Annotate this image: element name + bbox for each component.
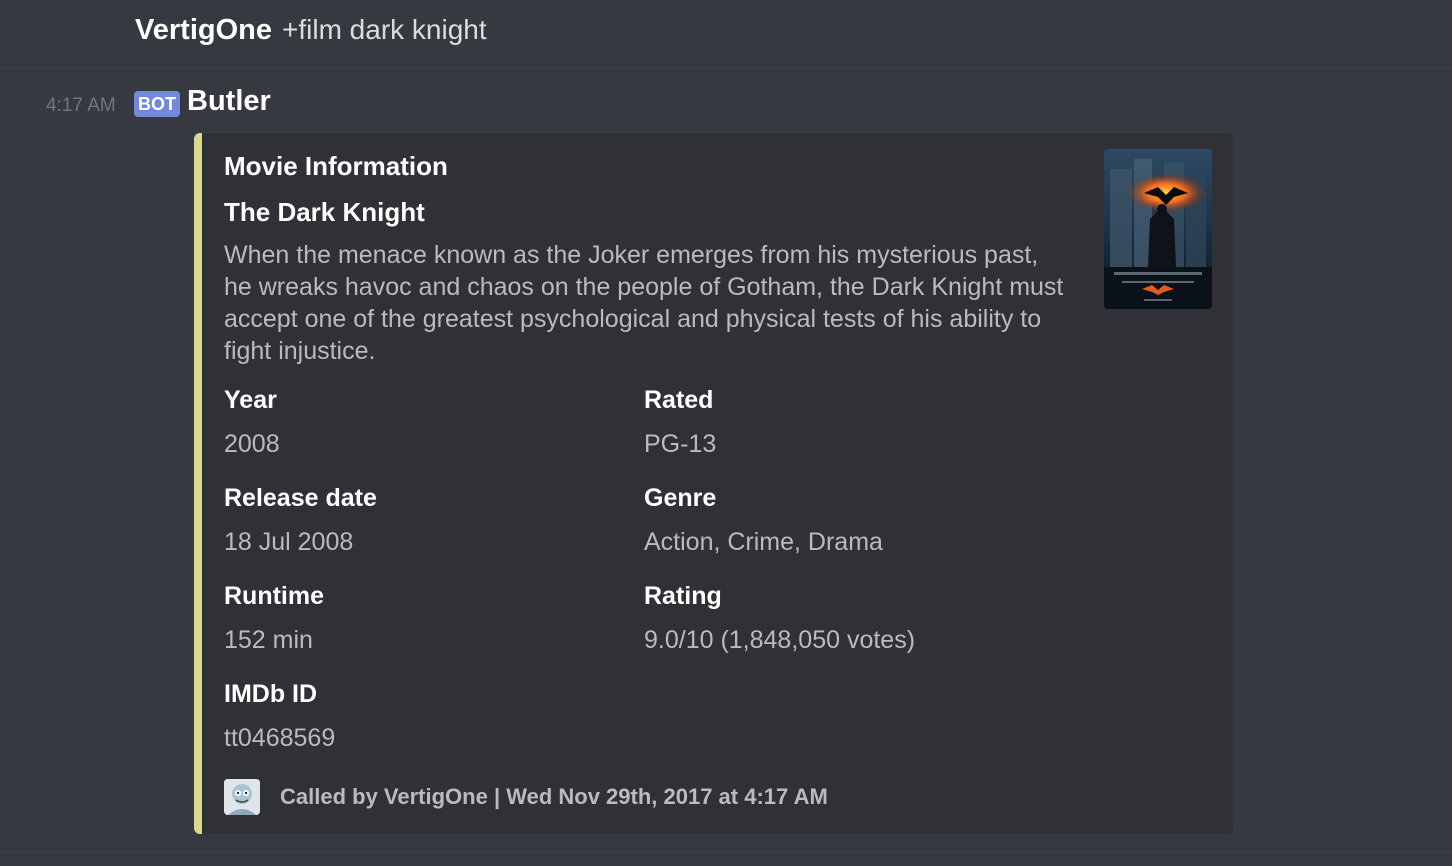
movie-poster-icon — [1104, 149, 1212, 309]
field-name: Year — [224, 386, 277, 414]
cut-off-text — [135, 0, 221, 2]
previous-message: VertigOne +film dark knight — [0, 0, 1452, 69]
field-value: 2008 — [224, 430, 280, 458]
field-release-date: Release date 18 Jul 2008 — [224, 481, 624, 559]
user-avatar-icon — [224, 779, 260, 815]
field-runtime: Runtime 152 min — [224, 579, 624, 657]
embed-footer: Called by VertigOne | Wed Nov 29th, 2017… — [224, 779, 828, 815]
field-imdb-id: IMDb ID tt0468569 — [224, 677, 624, 755]
field-name: Runtime — [224, 582, 324, 610]
footer-text: Called by VertigOne | Wed Nov 29th, 2017… — [280, 784, 828, 809]
previous-message-text: +film dark knight — [282, 14, 487, 45]
movie-poster-thumbnail[interactable] — [1104, 149, 1212, 309]
field-name: Release date — [224, 484, 377, 512]
field-value: tt0468569 — [224, 724, 336, 752]
field-year: Year 2008 — [224, 383, 624, 461]
bot-author-name[interactable]: Butler — [187, 85, 271, 118]
previous-message-author[interactable]: VertigOne — [135, 14, 272, 47]
embed-description: When the menace known as the Joker emerg… — [224, 241, 1064, 365]
bot-message: 4:17 AM BOT Butler Movie Information The… — [0, 69, 1452, 852]
field-value: 152 min — [224, 626, 313, 654]
movie-embed: Movie Information The Dark Knight When t… — [194, 133, 1233, 834]
field-rating: Rating 9.0/10 (1,848,050 votes) — [644, 579, 1044, 657]
field-name: Rated — [644, 386, 714, 414]
divider — [0, 852, 1452, 853]
bot-tag: BOT — [134, 91, 180, 117]
embed-author: Movie Information — [224, 151, 448, 181]
field-name: Genre — [644, 484, 717, 512]
field-value: 18 Jul 2008 — [224, 528, 354, 556]
field-value: 9.0/10 (1,848,050 votes) — [644, 626, 916, 654]
field-genre: Genre Action, Crime, Drama — [644, 481, 1044, 559]
field-name: Rating — [644, 582, 722, 610]
field-value: PG-13 — [644, 430, 717, 458]
field-value: Action, Crime, Drama — [644, 528, 883, 556]
field-name: IMDb ID — [224, 680, 318, 708]
previous-message-line: VertigOne +film dark knight — [135, 14, 487, 47]
message-timestamp: 4:17 AM — [46, 95, 116, 116]
embed-title: The Dark Knight — [224, 197, 425, 227]
field-rated: Rated PG-13 — [644, 383, 1044, 461]
